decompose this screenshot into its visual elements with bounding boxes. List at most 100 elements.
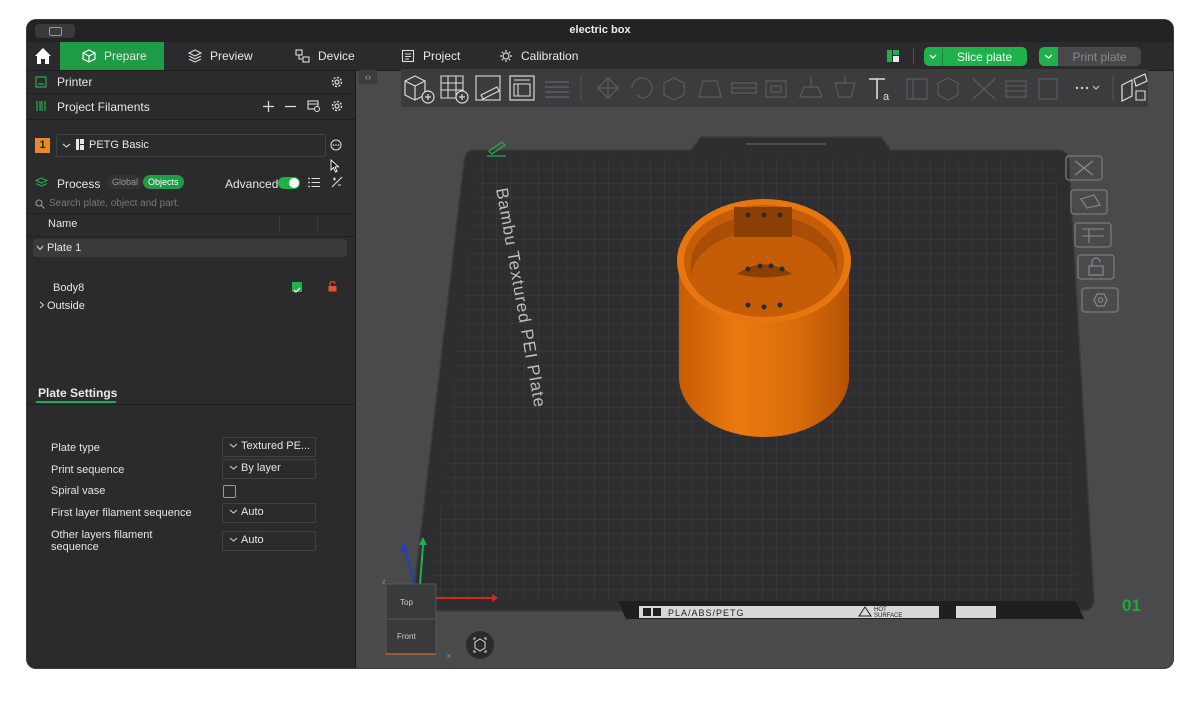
add-icon[interactable] [263,101,274,112]
print-sequence-select[interactable]: By layer [222,459,316,479]
column-divider [317,217,318,232]
body-visible-checkbox[interactable] [292,282,302,293]
arrange-all-button[interactable] [509,75,535,101]
plate-settings-button[interactable] [1081,287,1119,313]
spiral-vase-checkbox[interactable] [223,485,236,498]
view-cube-top-label: Top [400,598,413,607]
collapse-sidebar-button[interactable]: ‹› [359,70,377,84]
plate-type-value: Textured PE... [241,440,311,452]
disabled-tools-2 [906,77,1058,101]
mouse-cursor-icon [330,159,340,173]
more-tools-button[interactable] [1075,85,1100,90]
compare-icon[interactable] [331,176,343,188]
printer-icon [35,76,47,88]
plate-type-select[interactable]: Textured PE... [222,437,316,457]
3d-viewport[interactable]: PLA/ABS/PETG HOT SURFACE 01 Bambu Textur… [356,71,1173,668]
chevron-right-icon[interactable] [39,301,45,309]
bambu-logo-icon [76,139,84,150]
layers-icon [188,49,202,63]
calibration-icon [500,50,512,62]
chevron-down-icon[interactable] [36,245,44,251]
plate-name: Plate 1 [47,242,82,254]
arrange-plate-button[interactable] [1070,189,1108,215]
first-layer-sequence-label: First layer filament sequence [51,507,192,519]
process-objects-toggle[interactable]: Objects [143,175,184,189]
plate-settings-title: Plate Settings [38,386,118,400]
window-title: electric box [569,24,631,36]
project-filaments-label: Project Filaments [57,100,150,114]
advanced-toggle[interactable] [278,177,300,189]
add-plate-button[interactable] [440,75,469,104]
slice-dropdown-arrow[interactable] [924,47,943,66]
toggle-knob [289,178,299,188]
assembly-view-button[interactable] [1121,73,1148,102]
unlock-icon[interactable] [328,281,337,292]
chevron-down-icon [229,509,238,514]
orient-plate-button[interactable] [1074,222,1112,248]
chevron-down-icon [229,465,238,470]
process-global-toggle[interactable]: Global [107,175,144,189]
tree-plate-row[interactable]: Plate 1 [33,239,347,257]
printer-section[interactable]: Printer [27,71,355,93]
printer-label: Printer [57,75,93,89]
device-icon [295,49,310,63]
lock-plate-button[interactable] [1077,254,1115,280]
filament-icon [36,101,46,111]
check-icon [293,287,301,293]
app-window: electric box Prepare Preview Device Proj… [27,20,1173,668]
remove-icon[interactable] [285,101,296,112]
tree-body-label[interactable]: Body8 [53,282,84,294]
other-layers-sequence-select[interactable]: Auto [222,531,316,551]
gear-icon[interactable] [331,76,343,88]
object-toolbar: a [401,69,1148,107]
print-plate-label: Print plate [1072,50,1127,64]
slice-plate-button[interactable]: Slice plate [924,47,1027,66]
model-body8[interactable] [677,199,851,437]
delete-plate-button[interactable] [1065,155,1103,181]
print-plate-button[interactable]: Print plate [1039,47,1141,66]
column-divider [279,217,280,232]
tab-preview[interactable]: Preview [188,42,253,70]
multi-device-icon[interactable] [887,50,899,62]
toolbar-icons: a [404,73,1148,104]
main-tab-bar: Prepare Preview Device Project Calibrati… [27,42,1173,71]
process-layers-icon [35,177,48,187]
filament-settings-icon[interactable] [307,100,320,112]
view-cube-front-label: Front [397,632,416,641]
filament-index-badge[interactable]: 1 [35,138,50,153]
print-dropdown-arrow[interactable] [1039,47,1058,66]
tree-outside-label[interactable]: Outside [47,300,85,312]
object-search[interactable]: Search plate, object and part. [27,194,355,213]
more-options-icon[interactable] [330,139,342,151]
tab-preview-label: Preview [210,49,253,63]
list-icon[interactable] [308,177,320,188]
print-sequence-label: Print sequence [51,464,125,476]
view-cube-x-axis-label: x [447,653,451,660]
spiral-vase-label: Spiral vase [51,485,106,497]
tab-device[interactable]: Device [295,42,355,70]
other-layers-sequence-label-1: Other layers filament [51,529,153,541]
camera-reset-button[interactable] [466,631,494,659]
other-layers-sequence-label-2: sequence [51,541,99,553]
home-icon [35,48,51,64]
divider [913,48,914,64]
project-filaments-section: Project Filaments [27,95,355,117]
add-object-button[interactable] [404,75,435,104]
divider [27,119,355,120]
tab-project[interactable]: Project [401,42,460,70]
text-tool-button[interactable]: a [869,78,890,103]
filament-select[interactable]: PETG Basic [56,134,326,157]
first-layer-sequence-select[interactable]: Auto [222,503,316,523]
plate-settings-header: Plate Settings [27,382,355,405]
process-section: Process [27,173,355,193]
svg-text:a: a [883,91,890,103]
auto-orient-button[interactable] [475,75,501,101]
gear-icon[interactable] [331,100,343,112]
tab-prepare[interactable]: Prepare [60,42,164,70]
tab-calibration[interactable]: Calibration [499,42,578,70]
advanced-label: Advanced [225,177,279,191]
chevron-down-icon [1044,54,1053,59]
tab-project-label: Project [423,49,461,63]
home-button[interactable] [27,42,59,70]
split-layers-button[interactable] [545,81,569,98]
